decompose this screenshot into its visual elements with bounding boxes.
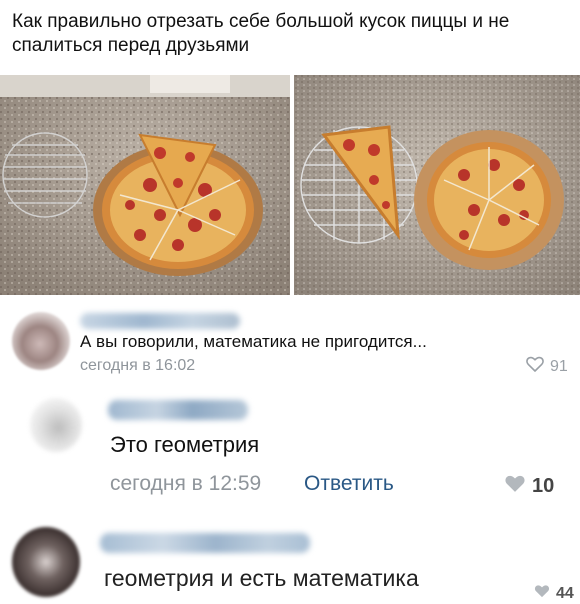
pizza-photo-before[interactable] (0, 75, 290, 295)
comment-2-like-button[interactable]: 10 (504, 474, 554, 499)
comment-2-text: Это геометрия (110, 432, 260, 457)
pizza-photo-after[interactable] (294, 75, 580, 295)
comment-2-like-count: 10 (532, 475, 555, 497)
heart-filled-icon (534, 584, 550, 603)
comment-1-time[interactable]: сегодня в 16:02 (80, 357, 195, 375)
comment-2-author-name[interactable] (108, 400, 248, 420)
comment-3-like-button[interactable]: 44 (534, 584, 574, 603)
post-title: Как правильно отрезать себе большой кусо… (12, 11, 510, 56)
heart-filled-icon (504, 474, 526, 499)
comment-1-text: А вы говорили, математика не пригодится.… (80, 332, 427, 351)
comment-3-avatar[interactable] (12, 527, 80, 597)
comment-3-author-name[interactable] (100, 533, 310, 553)
comment-1-avatar[interactable] (12, 312, 70, 370)
comment-1-author-name[interactable] (80, 313, 240, 329)
pizza-photo-before-image (0, 75, 290, 295)
pizza-photo-after-image (294, 75, 580, 295)
comment-2-avatar[interactable] (30, 398, 82, 452)
comment-1-like-button[interactable]: 91 (526, 356, 568, 377)
comment-2-time[interactable]: сегодня в 12:59 (110, 472, 261, 496)
comment-1-like-count: 91 (550, 357, 568, 375)
comment-3-text: геометрия и есть математика (104, 565, 419, 591)
heart-outline-icon (526, 356, 544, 377)
comment-2-reply-button[interactable]: Ответить (304, 472, 394, 496)
comment-3-like-count: 44 (556, 584, 574, 602)
